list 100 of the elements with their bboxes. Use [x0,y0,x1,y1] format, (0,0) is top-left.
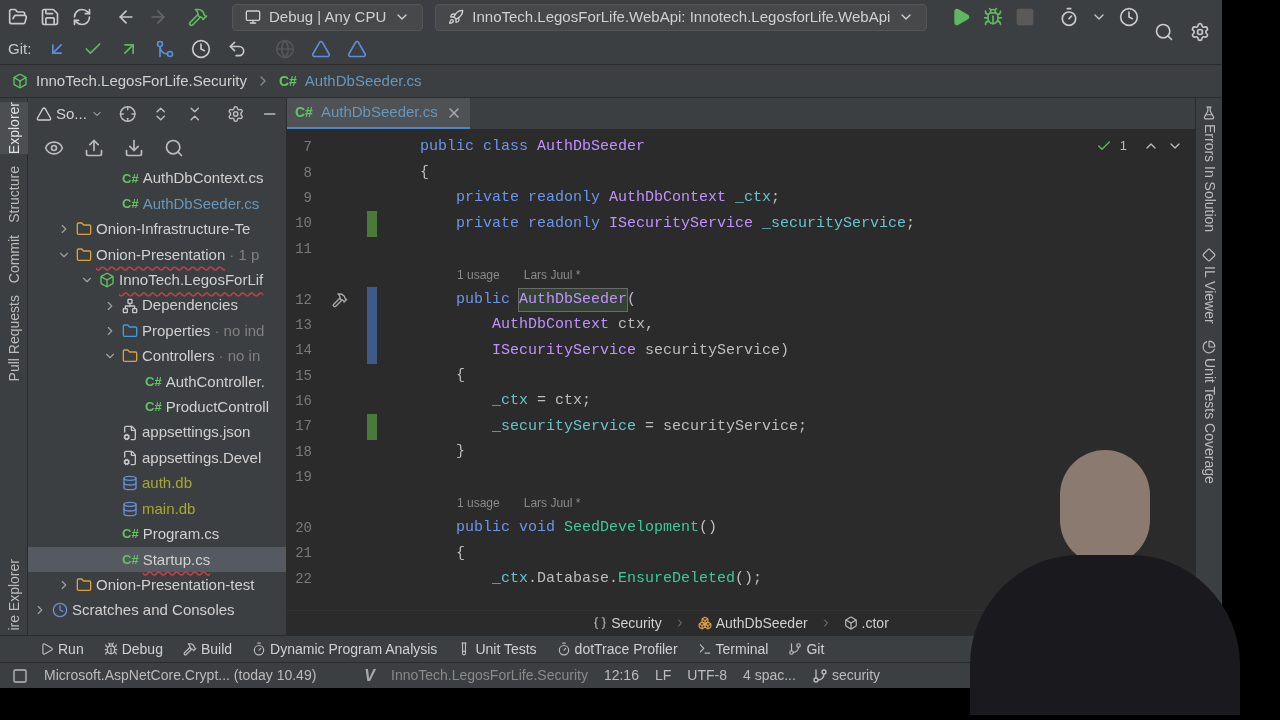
merge-icon[interactable] [155,39,176,60]
inspection-count[interactable]: 1 [1119,136,1127,156]
triangle-icon[interactable] [311,39,332,60]
usages-hint[interactable]: 1 usage [457,494,500,513]
download-icon[interactable] [124,138,144,158]
breadcrumb-project[interactable]: InnoTech.LegosForLife.Security [36,69,247,93]
history-icon[interactable] [191,39,212,60]
coverage-icon [1202,339,1216,354]
tool-window-tab[interactable]: Commit [0,234,28,284]
panel-toggle-icon[interactable] [12,667,28,684]
tool-window-tab[interactable]: ire Explorer [0,559,28,631]
configuration-dropdown[interactable]: Debug | Any CPU [232,3,424,31]
git-branch[interactable]: security [831,665,881,686]
csharp-file-icon: C# [122,549,139,570]
tool-window-button[interactable]: dotTrace Profiler [556,638,678,660]
run-configuration-dropdown[interactable]: InnoTech.LegosForLife.WebApi: Innotech.LegosforLife.WebApi [435,3,928,31]
tree-item[interactable]: C# ProductControll [28,394,286,420]
csharp-file-icon: C# [122,524,139,544]
search-icon[interactable] [1154,22,1174,42]
code-line: ISecurityService securityService) [491,340,790,361]
locate-icon[interactable] [118,104,137,124]
tool-window-tab[interactable]: Errors In Solution [1198,124,1220,233]
hammer-icon[interactable] [331,292,348,309]
tree-item[interactable]: C# AuthDbSeeder.cs [28,191,286,217]
tree-item[interactable]: Onion-Presentation-test [28,572,286,598]
branch-icon [788,642,803,656]
folder-icon [122,323,138,340]
tree-item[interactable]: main.db [28,496,286,522]
tool-window-button[interactable]: Build [182,638,233,660]
usages-hint[interactable]: 1 usage [457,265,500,284]
tool-window-button[interactable]: Unit Tests [457,638,537,660]
tree-item[interactable]: appsettings.Devel [28,445,286,471]
structure-crumb[interactable]: Security [611,612,662,634]
tool-window-button[interactable]: Dynamic Program Analysis [252,638,438,660]
search-icon[interactable] [164,138,184,158]
bug-icon [103,642,118,656]
tool-window-tab[interactable]: Structure [0,166,28,223]
project-icon [99,272,115,289]
v-logo-icon[interactable]: V [364,663,375,688]
play-icon [40,642,54,656]
clock-icon[interactable] [1119,7,1140,28]
tool-window-button[interactable]: Terminal [697,638,769,660]
tree-item[interactable]: auth.db [28,470,286,497]
settings-file-icon [122,450,138,466]
triangle-code-icon[interactable] [347,39,368,60]
author-hint[interactable]: Lars Juul * [523,265,581,284]
tree-item[interactable]: C# Startup.cs [28,546,286,573]
structure-crumb[interactable]: .ctor [861,612,889,634]
tree-item[interactable]: C# AuthDbContext.cs [28,166,286,192]
tool-window-tab[interactable]: Unit Tests Coverage [1198,357,1220,484]
settings-icon[interactable] [1190,22,1210,42]
status-message[interactable]: Microsoft.AspNetCore.Crypt... (today 10.49) [44,665,317,686]
tree-item[interactable]: Onion-Infrastructure-Te [28,216,286,243]
code-line: public class AuthDbSeeder [420,137,646,158]
code-line: ( [627,289,637,310]
author-hint[interactable]: Lars Juul * [523,494,581,513]
run-icon[interactable] [951,7,972,28]
csharp-file-icon: C# [145,372,162,392]
tree-item-label: Dependencies [142,295,238,316]
settings-icon[interactable] [227,104,245,124]
code-line: public [455,289,511,310]
line-number: 13 [294,315,312,335]
flask-icon [1202,106,1216,120]
refresh-icon[interactable] [72,7,92,28]
tool-window-button[interactable]: Debug [103,638,163,660]
tree-item-label: Program.cs [142,523,220,544]
tool-window-button[interactable]: Run [40,638,84,660]
hammer-icon[interactable] [188,7,208,28]
tree-item[interactable]: InnoTech.LegosForLif [28,267,286,293]
scratches-icon [52,602,68,619]
code-line: { [420,162,429,183]
encoding[interactable]: UTF-8 [687,665,727,686]
tree-item[interactable]: Dependencies [28,292,286,319]
structure-crumb[interactable]: AuthDbSeeder [715,612,808,634]
tool-window-tab[interactable]: Pull Requests [0,295,28,382]
indent-setting[interactable]: 4 spac... [742,665,796,686]
debug-bug-icon[interactable] [983,7,1004,28]
line-ending[interactable]: LF [654,665,672,686]
tree-item[interactable]: Onion-Presentation · 1 p [28,242,286,268]
eye-icon[interactable] [44,138,64,158]
save-icon[interactable] [40,7,60,28]
solution-folder-icon [76,246,92,263]
tool-window-tab[interactable]: IL Viewer [1198,266,1220,324]
code-line: _securityService = securityService; [491,416,808,437]
tree-item[interactable]: Properties · no ind [28,318,286,344]
tree-item[interactable]: Scratches and Consoles [28,597,286,624]
view-dropdown[interactable]: So... [36,102,103,126]
tree-item[interactable]: Controllers · no in [28,343,286,370]
csharp-file-icon: C# [278,70,297,92]
tree-item[interactable]: C# Program.cs [28,521,286,547]
tree-item[interactable]: appsettings.json [28,419,286,446]
tree-item[interactable]: C# AuthController. [28,369,286,395]
caret-position[interactable]: 12:16 [603,665,639,686]
tool-window-button[interactable]: Git [788,638,825,660]
editor-tab[interactable]: C# AuthDbSeeder.cs [287,98,470,129]
database-icon [122,475,138,492]
tool-window-tab[interactable]: Explorer [0,102,28,155]
tree-item-label: AuthDbContext.cs [142,168,264,189]
upload-icon[interactable] [84,138,104,158]
tree-item-label: auth.db [142,473,193,494]
